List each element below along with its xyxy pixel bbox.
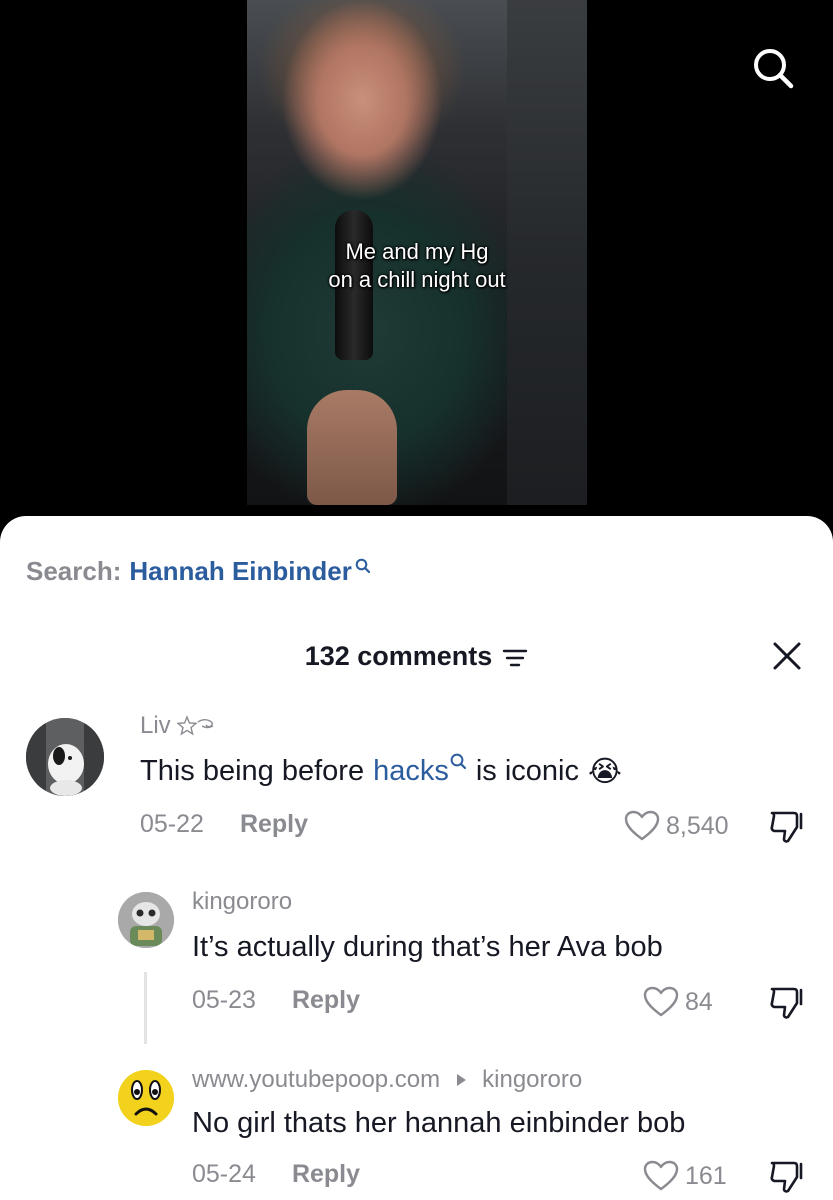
like-button[interactable]: 84 xyxy=(643,986,713,1018)
avatar[interactable] xyxy=(118,892,174,948)
search-label: Search: xyxy=(26,556,122,586)
comment-date: 05-24 xyxy=(192,1160,256,1188)
thread-line xyxy=(144,972,147,1044)
like-count: 8,540 xyxy=(666,811,729,840)
crying-emoji: 😭 xyxy=(588,755,622,788)
comments-sheet: Search: Hannah Einbinder 132 comments Li… xyxy=(0,516,833,1200)
comment-meta: 05-23 Reply xyxy=(192,986,360,1015)
video-hand xyxy=(307,390,397,505)
dislike-button[interactable] xyxy=(768,1160,806,1199)
hacks-search-link[interactable]: hacks xyxy=(373,755,449,788)
comment-username[interactable]: kingororo xyxy=(192,888,292,916)
heart-icon xyxy=(643,986,679,1017)
search-icon xyxy=(355,558,370,574)
comment-username[interactable]: Liv xyxy=(140,712,217,740)
like-count: 84 xyxy=(685,987,713,1016)
dislike-button[interactable] xyxy=(768,986,806,1025)
comments-count: 132 comments xyxy=(304,640,493,671)
search-suggestion[interactable]: Search: Hannah Einbinder xyxy=(26,556,371,590)
thumbs-down-icon xyxy=(770,811,803,843)
comment-username[interactable]: www.youtubepoop.com kingororo xyxy=(192,1066,582,1094)
thumbs-down-icon xyxy=(770,1161,803,1193)
comment-text: No girl thats her hannah einbinder bob xyxy=(192,1106,686,1139)
like-button[interactable]: 8,540 xyxy=(624,810,729,842)
filter-icon[interactable] xyxy=(502,647,528,669)
search-icon xyxy=(450,753,466,770)
close-button[interactable] xyxy=(771,640,803,672)
search-query[interactable]: Hannah Einbinder xyxy=(129,556,351,587)
dislike-button[interactable] xyxy=(768,810,806,849)
reply-arrow-icon xyxy=(457,1074,467,1086)
comment-meta: 05-22 Reply xyxy=(140,810,308,839)
avatar[interactable] xyxy=(118,1070,174,1126)
video-player[interactable]: Me and my Hg on a chill night out xyxy=(0,0,833,540)
reply-button[interactable]: Reply xyxy=(292,986,360,1015)
heart-icon xyxy=(624,810,660,841)
comment-meta: 05-24 Reply xyxy=(192,1160,360,1189)
comment-date: 05-23 xyxy=(192,986,256,1014)
reply-to-username[interactable]: kingororo xyxy=(482,1066,582,1094)
like-count: 161 xyxy=(685,1161,727,1190)
heart-icon xyxy=(643,1160,679,1191)
close-icon xyxy=(773,642,801,670)
comments-header: 132 comments xyxy=(0,638,833,674)
comment-text: It’s actually during that’s her Ava bob xyxy=(192,930,663,963)
search-icon[interactable] xyxy=(748,44,798,94)
reply-button[interactable]: Reply xyxy=(292,1160,360,1189)
avatar[interactable] xyxy=(26,718,104,796)
like-button[interactable]: 161 xyxy=(643,1160,727,1192)
reply-button[interactable]: Reply xyxy=(240,810,308,839)
star-icon xyxy=(176,715,214,736)
video-caption: Me and my Hg on a chill night out xyxy=(328,239,506,292)
comment-date: 05-22 xyxy=(140,810,204,838)
thumbs-down-icon xyxy=(770,987,803,1019)
comment-text: This being before hacks is iconic 😭 xyxy=(140,752,622,790)
